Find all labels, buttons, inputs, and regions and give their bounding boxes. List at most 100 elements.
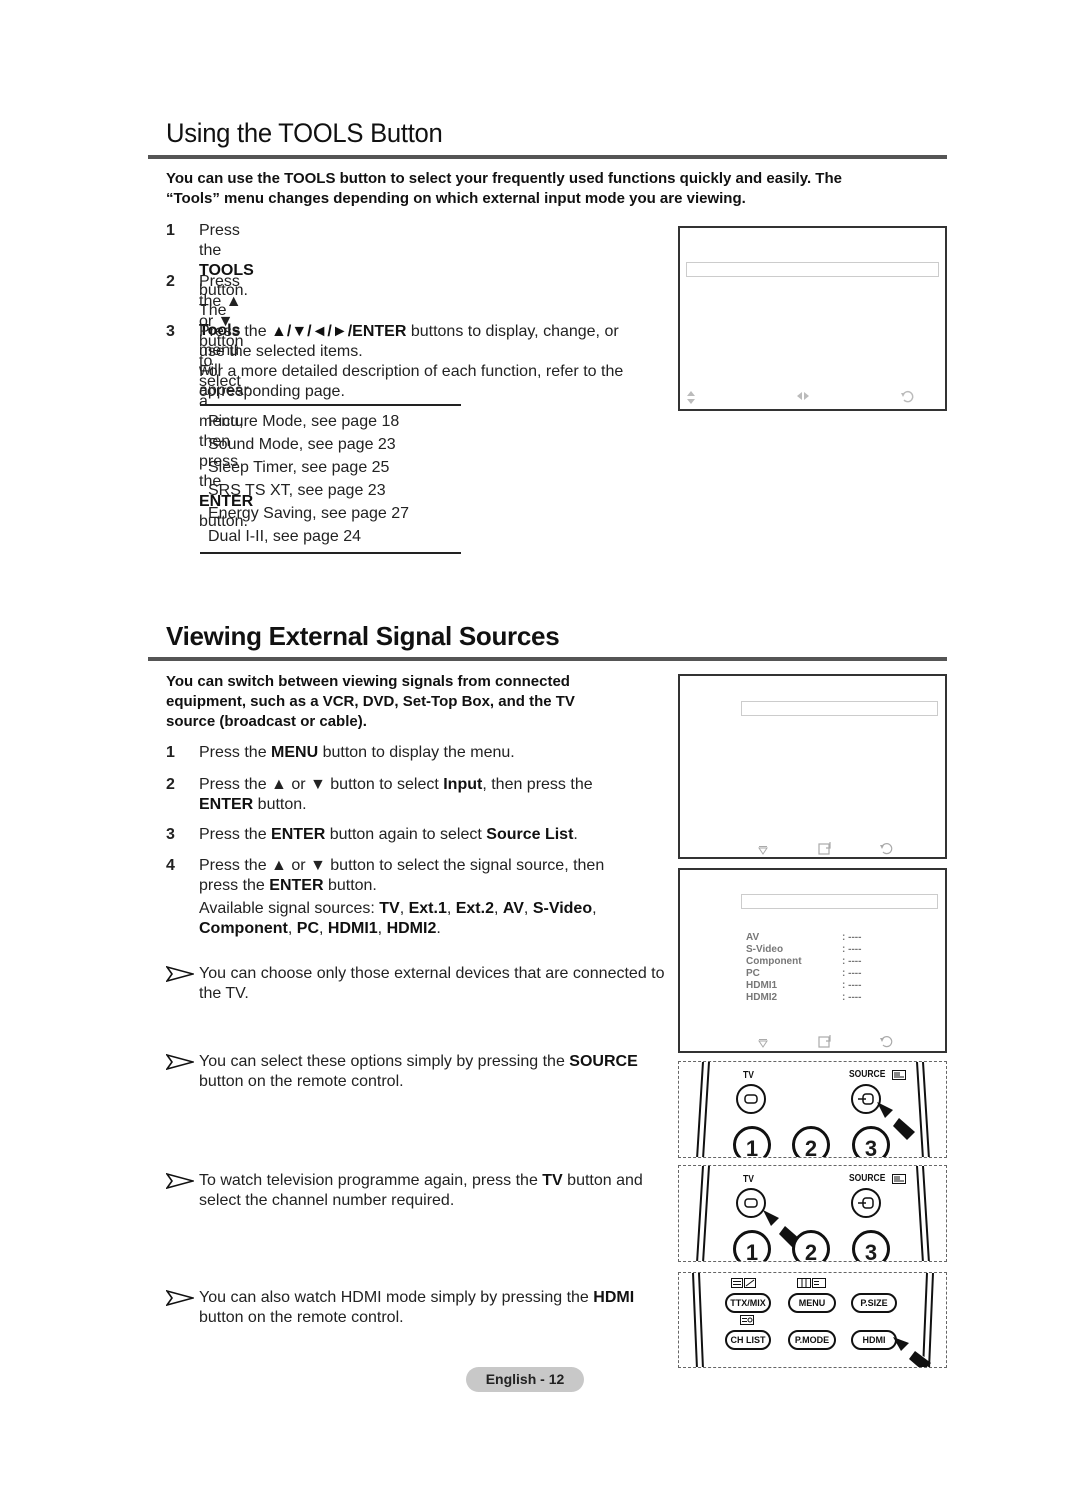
step-text: Press the ▲ or ▼ button to select the si… [199,857,605,874]
section-title-external: Viewing External Signal Sources [166,621,560,651]
tools-menu-screen [678,226,947,411]
note-text: You can choose only those external devic… [199,965,647,982]
step-text: use the selected items. [199,343,363,360]
step-number: 1 [166,744,175,761]
source-name: PC [746,968,760,979]
return-icon [880,843,893,855]
source-name: Component [746,956,802,967]
title-rule [148,155,947,159]
up-down-icon [687,391,695,404]
step-text: press the [199,877,270,894]
number-button-1[interactable]: 1 [733,1230,771,1261]
source-value: : ---- [842,992,862,1003]
down-icon [758,1039,768,1048]
note-bold: SOURCE [569,1053,638,1070]
source-value: : ---- [842,980,862,991]
p-mode-button[interactable]: P.MODE [788,1330,836,1350]
input-menu-screen [678,674,947,859]
source-list: AV : ---- S-Video : ---- Component : ---- P… [746,932,861,1004]
step-text: , then press the [482,776,593,793]
source-label: SOURCE [849,1173,886,1184]
step-number: 2 [166,273,175,290]
step-number: 3 [166,323,175,340]
external-intro: You can switch between viewing signals f… [166,672,575,732]
source-name: HDMI2 [746,992,778,1003]
number-button-2[interactable]: 2 [792,1126,830,1157]
source-label: SOURCE [849,1069,886,1080]
arrow-bullet-icon [166,966,194,982]
source-name: HDMI2 [386,920,437,937]
step-text: Available signal sources: [199,900,380,917]
tv-label: TV [743,1174,754,1185]
source-name: PC [296,920,319,937]
return-icon [880,1036,893,1048]
return-icon [901,390,914,403]
step-number: 3 [166,826,175,843]
title-rule [148,657,947,661]
step-text: buttons to display, change, or [406,323,619,340]
source-name: AV [746,932,760,943]
number-button-3[interactable]: 3 [852,1230,890,1261]
intro-line: You can switch between viewing signals f… [166,673,570,690]
ttx-mix-button[interactable]: TTX/MIX [725,1293,771,1313]
source-value: : ---- [842,932,862,943]
source-name: S-Video [746,944,784,955]
reference-item: Dual I-II, see page 24 [208,528,361,545]
source-value: : ---- [842,956,862,967]
reference-item: Energy Saving, see page 27 [208,505,410,522]
step-number: 2 [166,776,175,793]
source-list-icon [892,1070,906,1080]
note-text: You can also watch HDMI mode simply by p… [199,1289,594,1306]
ch-list-icon [740,1315,754,1325]
source-name: Component [199,920,288,937]
reference-item: Picture Mode, see page 18 [208,413,400,430]
step-bold: ENTER [271,826,326,843]
ch-list-button[interactable]: CH LIST [725,1330,771,1350]
source-row[interactable]: Component : ---- [746,956,861,968]
step-text: button. [253,796,307,813]
source-name: Ext.2 [455,900,494,917]
source-value: : ---- [842,968,862,979]
teletext-icon [731,1278,756,1288]
menu-highlight-bar [741,894,938,909]
step-bold: ▲/▼/◄/►/ENTER [271,323,407,340]
source-name: Ext.1 [408,900,447,917]
source-name: HDMI1 [746,980,778,991]
step-text: button to display the menu. [318,744,515,761]
note-text: button and [562,1172,643,1189]
source-button[interactable] [851,1188,881,1218]
source-row[interactable]: HDMI2 : ---- [746,992,861,1004]
intro-line: “Tools” menu changes depending on which … [166,190,746,207]
step-bold: Input [443,776,483,793]
note-text: button on the remote control. [199,1073,404,1090]
tv-label: TV [743,1070,754,1081]
enter-icon [818,1035,831,1048]
note-text: button on the remote control. [199,1309,404,1326]
intro-line: equipment, such as a VCR, DVD, Set-Top B… [166,693,575,710]
source-value: : ---- [842,944,862,955]
tv-button[interactable] [736,1084,766,1114]
source-row[interactable]: HDMI1 : ---- [746,980,861,992]
source-row[interactable]: S-Video : ---- [746,944,861,956]
note-text: To watch television programme again, pre… [199,1172,543,1189]
source-row[interactable]: AV : ---- [746,932,861,944]
step-number: 4 [166,857,175,874]
remote-source-illustration: TV SOURCE 1 2 3 [678,1061,947,1158]
number-button-1[interactable]: 1 [733,1126,771,1157]
step-text: Press the [199,826,272,843]
source-row[interactable]: PC : ---- [746,968,861,980]
menu-button[interactable]: MENU [788,1293,836,1313]
arrow-bullet-icon [166,1173,194,1189]
step-bold: MENU [271,744,319,761]
step-text: For a more detailed description of each … [199,363,624,380]
step-bold: ENTER [269,877,324,894]
section-title-tools: Using the TOOLS Button [166,118,443,148]
step-text: Press the [199,222,240,259]
p-size-button[interactable]: P.SIZE [851,1293,897,1313]
arrow-bullet-icon [166,1054,194,1070]
number-button-2[interactable]: 2 [792,1230,830,1261]
step-text: Press the [199,323,272,340]
number-button-3[interactable]: 3 [852,1126,890,1157]
down-icon [758,846,768,855]
left-right-icon [797,392,809,400]
